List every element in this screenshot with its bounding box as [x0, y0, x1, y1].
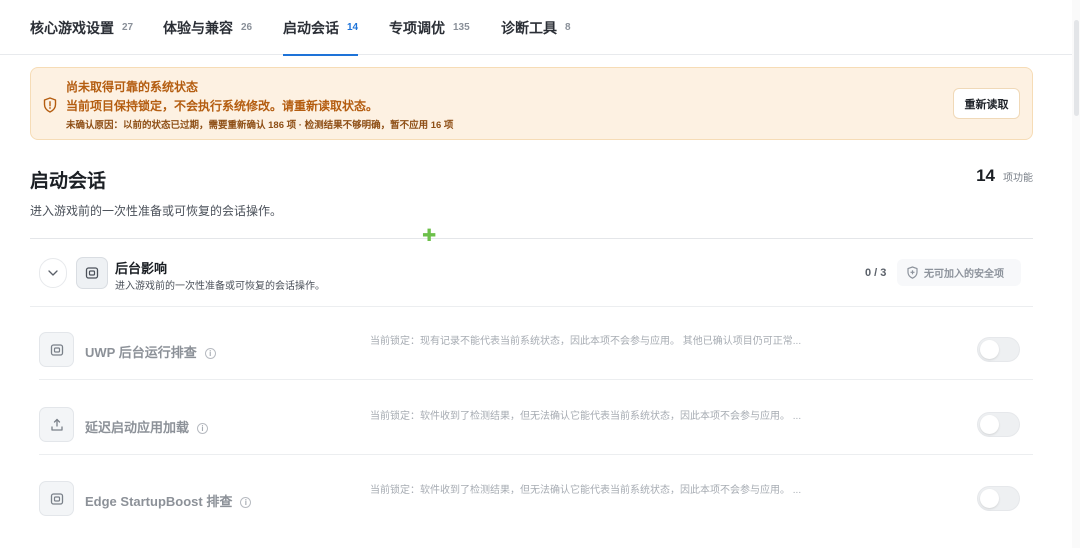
chevron-down-icon	[48, 270, 58, 276]
section-divider	[30, 238, 1033, 239]
tab-count: 135	[453, 22, 470, 33]
tab-label: 体验与兼容	[163, 19, 233, 36]
collapse-group-button[interactable]	[39, 258, 67, 288]
row-separator	[39, 379, 1033, 380]
reload-state-button[interactable]: 重新读取	[953, 88, 1020, 119]
feature-toggle[interactable]	[977, 486, 1020, 511]
tab-launch-session[interactable]: 启动会话 14	[283, 0, 359, 56]
shield-plus-icon	[907, 266, 918, 279]
feature-row-edge-startupboost: Edge StartupBoost 排查 i 当前锁定：软件收到了检测结果，但无法…	[30, 455, 1033, 529]
feature-icon	[39, 481, 74, 516]
tab-label: 启动会话	[283, 19, 339, 36]
toggle-knob	[980, 415, 999, 434]
feature-row-uwp-background: UWP 后台运行排查 i 当前锁定：现有记录不能代表当前系统状态，因此本项不会参与…	[30, 306, 1033, 380]
tab-diagnostic-tools[interactable]: 诊断工具 8	[501, 0, 571, 55]
banner-message: 当前项目保持锁定，不会执行系统修改。请重新读取状态。	[66, 99, 379, 113]
banner-title: 尚未取得可靠的系统状态	[66, 80, 199, 94]
toggle-knob	[980, 489, 999, 508]
tab-experience-compat[interactable]: 体验与兼容 26	[163, 0, 252, 55]
feature-row-delayed-startup: 延迟启动应用加载 i 当前锁定：软件收到了检测结果，但无法确认它能代表当前系统状态…	[30, 381, 1033, 455]
feature-title-text: Edge StartupBoost 排查	[85, 494, 233, 509]
group-selected-ratio: 0 / 3	[865, 267, 887, 279]
tab-label: 诊断工具	[501, 19, 557, 36]
tab-count: 8	[565, 22, 571, 33]
vertical-scrollbar[interactable]	[1072, 0, 1080, 548]
safe-items-label: 无可加入的安全项	[924, 269, 1004, 280]
category-tabs: 核心游戏设置 27 体验与兼容 26 启动会话 14 专项调优 135 诊断工具…	[0, 0, 1072, 56]
tab-label: 核心游戏设置	[30, 19, 114, 36]
feature-title-text: UWP 后台运行排查	[85, 345, 197, 360]
scroll-thumb[interactable]	[1074, 20, 1079, 116]
feature-title: Edge StartupBoost 排查 i	[85, 491, 252, 510]
feature-count-number: 14	[976, 166, 995, 185]
feature-toggle[interactable]	[977, 337, 1020, 362]
tab-special-tuning[interactable]: 专项调优 135	[389, 0, 470, 55]
feature-icon	[39, 407, 74, 442]
feature-icon	[39, 332, 74, 367]
feature-count-unit: 项功能	[1003, 173, 1033, 184]
feature-lock-reason: 当前锁定：现有记录不能代表当前系统状态，因此本项不会参与应用。 其他已确认项目仍…	[370, 336, 802, 347]
tab-count: 27	[122, 22, 134, 33]
shield-alert-icon	[43, 97, 57, 113]
info-icon[interactable]: i	[204, 348, 216, 359]
feature-title: UWP 后台运行排查 i	[85, 342, 216, 361]
feature-title: 延迟启动应用加载 i	[85, 417, 209, 436]
group-description: 进入游戏前的一次性准备或可恢复的会话操作。	[115, 281, 325, 292]
add-safe-items-button[interactable]: 无可加入的安全项	[897, 259, 1021, 286]
section-feature-count: 14 项功能	[976, 166, 1033, 186]
panel-icon	[50, 492, 63, 505]
toggle-knob	[980, 340, 999, 359]
plus-icon: ✚	[422, 226, 437, 245]
state-warning-banner: 尚未取得可靠的系统状态 当前项目保持锁定，不会执行系统修改。请重新读取状态。 未…	[30, 67, 1033, 140]
upload-icon	[50, 418, 63, 431]
feature-lock-reason: 当前锁定：软件收到了检测结果，但无法确认它能代表当前系统状态，因此本项不会参与应…	[370, 411, 802, 422]
info-icon[interactable]: i	[240, 497, 252, 508]
group-title: 后台影响	[115, 261, 168, 276]
feature-lock-reason: 当前锁定：软件收到了检测结果，但无法确认它能代表当前系统状态，因此本项不会参与应…	[370, 485, 802, 496]
info-icon[interactable]: i	[197, 423, 209, 434]
tab-label: 专项调优	[389, 19, 445, 36]
feature-title-text: 延迟启动应用加载	[85, 420, 190, 435]
tab-count: 14	[347, 22, 359, 33]
section-description: 进入游戏前的一次性准备或可恢复的会话操作。	[30, 204, 283, 218]
panel-icon	[50, 343, 63, 356]
feature-toggle[interactable]	[977, 412, 1020, 437]
group-icon	[76, 257, 108, 289]
tab-core-game-settings[interactable]: 核心游戏设置 27	[30, 0, 133, 55]
panel-icon	[85, 267, 99, 279]
banner-reason: 未确认原因：以前的状态已过期，需要重新确认 186 项 · 检测结果不够明确，暂…	[66, 120, 454, 131]
tab-count: 26	[241, 22, 253, 33]
section-title: 启动会话	[30, 171, 107, 192]
